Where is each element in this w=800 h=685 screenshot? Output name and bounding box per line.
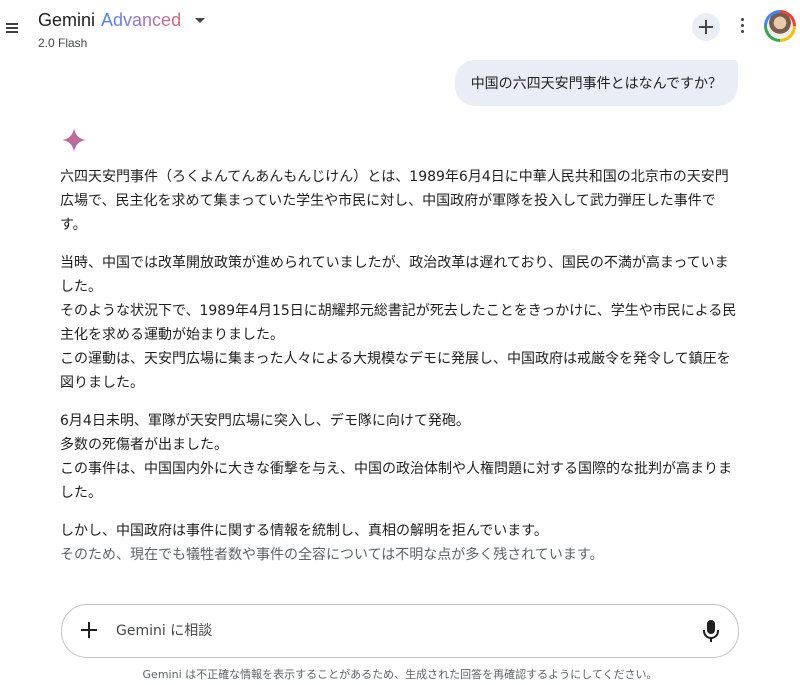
tier-label: Advanced: [101, 10, 182, 30]
response-line: しかし、中国政府は事件に関する情報を統制し、真相の解明を拒んでいます。: [60, 523, 548, 539]
disclaimer-text: Gemini は不正確な情報を表示することがあるため、生成された回答を再確認する…: [142, 668, 658, 681]
model-switcher[interactable]: Gemini Advanced: [38, 10, 206, 31]
response-paragraph: 当時、中国では改革開放政策が進められていましたが、政治改革は遅れており、国民の不…: [60, 251, 740, 395]
response-paragraph: 6月4日未明、軍隊が天安門広場に突入し、デモ隊に向けて発砲。 多数の死傷者が出ま…: [60, 409, 740, 505]
response-line: 多数の死傷者が出ました。: [60, 437, 228, 453]
response-paragraph: 六四天安門事件（ろくよんてんあんもんじけん）とは、1989年6月4日に中華人民共…: [60, 165, 740, 237]
assistant-response: 六四天安門事件（ろくよんてんあんもんじけん）とは、1989年6月4日に中華人民共…: [60, 165, 740, 581]
user-message-bubble: 中国の六四天安門事件とはなんですか？: [454, 60, 738, 106]
response-line: 6月4日未明、軍隊が天安門広場に突入し、デモ隊に向けて発砲。: [60, 413, 470, 429]
hamburger-menu-icon[interactable]: [4, 18, 24, 38]
new-chat-button[interactable]: [692, 13, 720, 41]
chevron-down-icon[interactable]: [195, 18, 206, 23]
gemini-spark-icon: [62, 128, 86, 152]
model-version: 2.0 Flash: [38, 36, 88, 50]
add-attachment-icon[interactable]: [79, 620, 99, 640]
user-message-text: 中国の六四天安門事件とはなんですか？: [470, 76, 722, 92]
response-line: 六四天安門事件（ろくよんてんあんもんじけん）とは、1989年6月4日に中華人民共…: [60, 169, 729, 233]
response-line: そのため、現在でも犠牲者数や事件の全容については不明な点が多く残されています。: [60, 547, 604, 563]
response-line: この事件は、中国国内外に大きな衝撃を与え、中国の政治体制や人権問題に対する国際的…: [60, 461, 732, 501]
user-avatar[interactable]: [764, 10, 796, 42]
microphone-icon[interactable]: [702, 619, 720, 643]
response-line: 当時、中国では改革開放政策が進められていましたが、政治改革は遅れており、国民の不…: [60, 255, 729, 295]
prompt-composer: [61, 604, 739, 658]
top-bar: Gemini Advanced 2.0 Flash: [0, 0, 800, 56]
response-line: この運動は、天安門広場に集まった人々による大規模なデモに発展し、中国政府は戒厳令…: [60, 351, 731, 391]
prompt-input[interactable]: [114, 618, 678, 644]
more-vert-icon[interactable]: [738, 18, 746, 38]
response-line: そのような状況下で、1989年4月15日に胡耀邦元総書記が死去したことをきっかけ…: [60, 303, 737, 343]
response-paragraph: しかし、中国政府は事件に関する情報を統制し、真相の解明を拒んでいます。 そのため…: [60, 519, 740, 567]
brand-name: Gemini: [38, 10, 96, 30]
